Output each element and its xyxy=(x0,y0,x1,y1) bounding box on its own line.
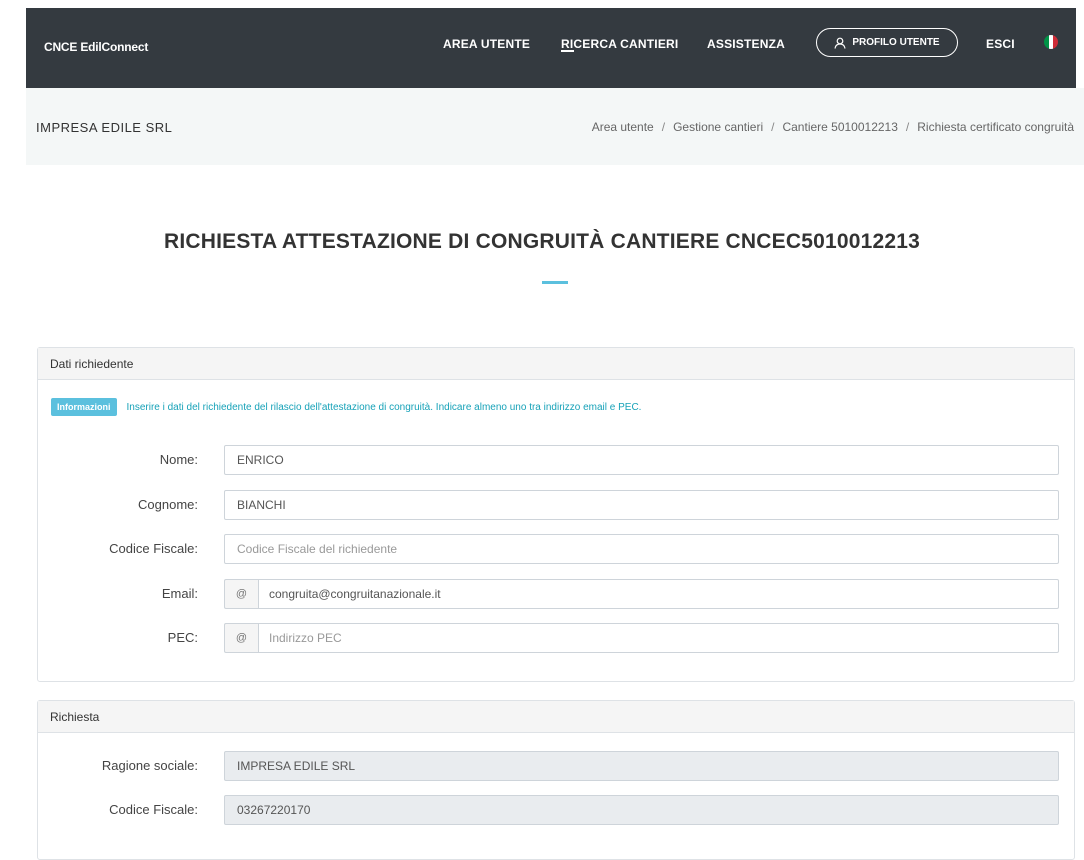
profile-button[interactable]: PROFILO UTENTE xyxy=(816,28,958,57)
pec-label: PEC: xyxy=(167,630,198,645)
logout-link[interactable]: ESCI xyxy=(986,37,1015,51)
company-bar: IMPRESA EDILE SRL Area utente / Gestione c… xyxy=(26,88,1084,165)
info-alert: Informazioni Inserire i dati del richied… xyxy=(51,398,641,416)
nome-label: Nome: xyxy=(159,452,198,467)
page-title: RICHIESTA ATTESTAZIONE DI CONGRUITÀ CANT… xyxy=(163,230,921,253)
codice-fiscale-input[interactable] xyxy=(224,534,1059,564)
nav-assistenza[interactable]: ASSISTENZA xyxy=(707,37,785,51)
request-panel: Richiesta Ragione sociale: Codice Fiscal… xyxy=(37,700,1075,860)
ragione-sociale-input[interactable] xyxy=(224,751,1059,781)
title-underline xyxy=(542,281,568,284)
breadcrumb-area-utente[interactable]: Area utente xyxy=(592,120,654,134)
italian-flag-icon[interactable] xyxy=(1044,35,1058,49)
email-input-group: @ xyxy=(224,579,1059,609)
form-row-cognome: Cognome: xyxy=(38,490,1076,520)
form-row-nome: Nome: xyxy=(38,445,1076,475)
breadcrumb-current: Richiesta certificato congruità xyxy=(917,120,1074,134)
email-label: Email: xyxy=(161,586,198,601)
form-row-ragione-sociale: Ragione sociale: xyxy=(38,751,1076,781)
form-row-pec: PEC: @ xyxy=(38,623,1076,653)
nav-active-indicator xyxy=(561,50,574,52)
ragione-sociale-label: Ragione sociale: xyxy=(101,758,198,773)
nav-ricerca-cantieri[interactable]: RICERCA CANTIERI xyxy=(561,37,679,52)
nav-area-utente[interactable]: AREA UTENTE xyxy=(443,37,530,51)
info-text: Inserire i dati del richiedente del rila… xyxy=(126,401,642,413)
cognome-label: Cognome: xyxy=(138,497,198,512)
request-panel-heading: Richiesta xyxy=(38,701,1074,733)
nome-input[interactable] xyxy=(224,445,1059,475)
pec-input[interactable] xyxy=(258,623,1059,653)
requester-panel: Dati richiedente Informazioni Inserire i… xyxy=(37,347,1075,682)
form-row-email: Email: @ xyxy=(38,579,1076,609)
email-input[interactable] xyxy=(258,579,1059,609)
breadcrumb-cantiere[interactable]: Cantiere 5010012213 xyxy=(782,120,897,134)
user-icon xyxy=(834,37,846,49)
breadcrumb: Area utente / Gestione cantieri / Cantiere 5… xyxy=(591,120,1074,134)
breadcrumb-gestione-cantieri[interactable]: Gestione cantieri xyxy=(673,120,763,134)
company-name: IMPRESA EDILE SRL xyxy=(36,120,173,135)
pec-input-group: @ xyxy=(224,623,1059,653)
at-sign-icon: @ xyxy=(224,579,258,609)
cognome-input[interactable] xyxy=(224,490,1059,520)
requester-panel-heading: Dati richiedente xyxy=(38,348,1074,380)
nav-ricerca-cantieri-label: RICERCA CANTIERI xyxy=(561,37,679,51)
form-row-codice-fiscale-impresa: Codice Fiscale: xyxy=(38,795,1076,825)
brand-logo[interactable]: CNCE EdilConnect xyxy=(44,40,148,54)
at-sign-icon: @ xyxy=(224,623,258,653)
codice-fiscale-impresa-input[interactable] xyxy=(224,795,1059,825)
codice-fiscale-label: Codice Fiscale: xyxy=(109,541,198,556)
profile-button-label: PROFILO UTENTE xyxy=(852,37,940,48)
top-navbar: CNCE EdilConnect AREA UTENTE RICERCA CAN… xyxy=(26,8,1076,88)
codice-fiscale-impresa-label: Codice Fiscale: xyxy=(109,802,198,817)
form-row-codice-fiscale: Codice Fiscale: xyxy=(38,534,1076,564)
info-badge: Informazioni xyxy=(51,398,117,416)
